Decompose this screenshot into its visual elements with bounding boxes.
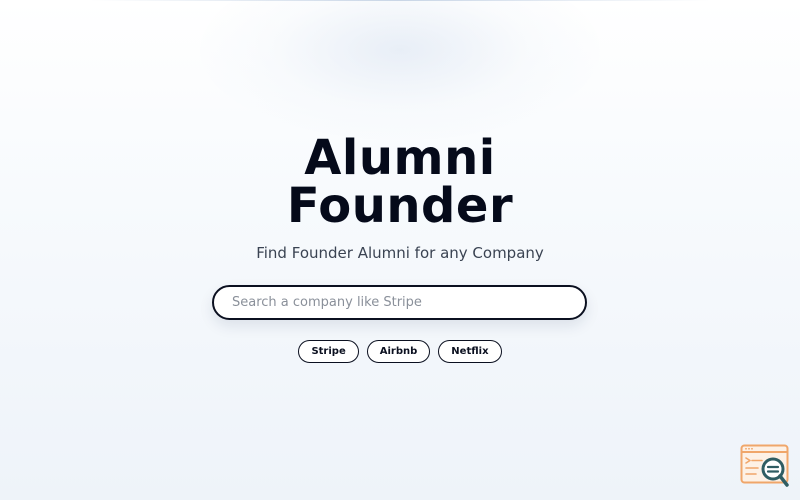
company-search-input[interactable] [212, 285, 587, 320]
suggestion-chips: Stripe Airbnb Netflix [0, 340, 800, 363]
top-divider [90, 0, 710, 1]
page-title: Alumni Founder [0, 134, 800, 230]
page-subtitle: Find Founder Alumni for any Company [256, 244, 544, 262]
page-title-line-1: Alumni [304, 130, 496, 186]
search-report-icon[interactable] [740, 444, 792, 490]
background-glow [200, 0, 600, 140]
page-title-line-2: Founder [286, 178, 514, 234]
suggestion-chip-stripe[interactable]: Stripe [298, 340, 359, 363]
suggestion-chip-airbnb[interactable]: Airbnb [366, 340, 431, 363]
hero-section: Alumni Founder Find Founder Alumni for a… [0, 134, 800, 263]
suggestion-chip-netflix[interactable]: Netflix [438, 340, 502, 363]
search-bar [212, 285, 587, 320]
